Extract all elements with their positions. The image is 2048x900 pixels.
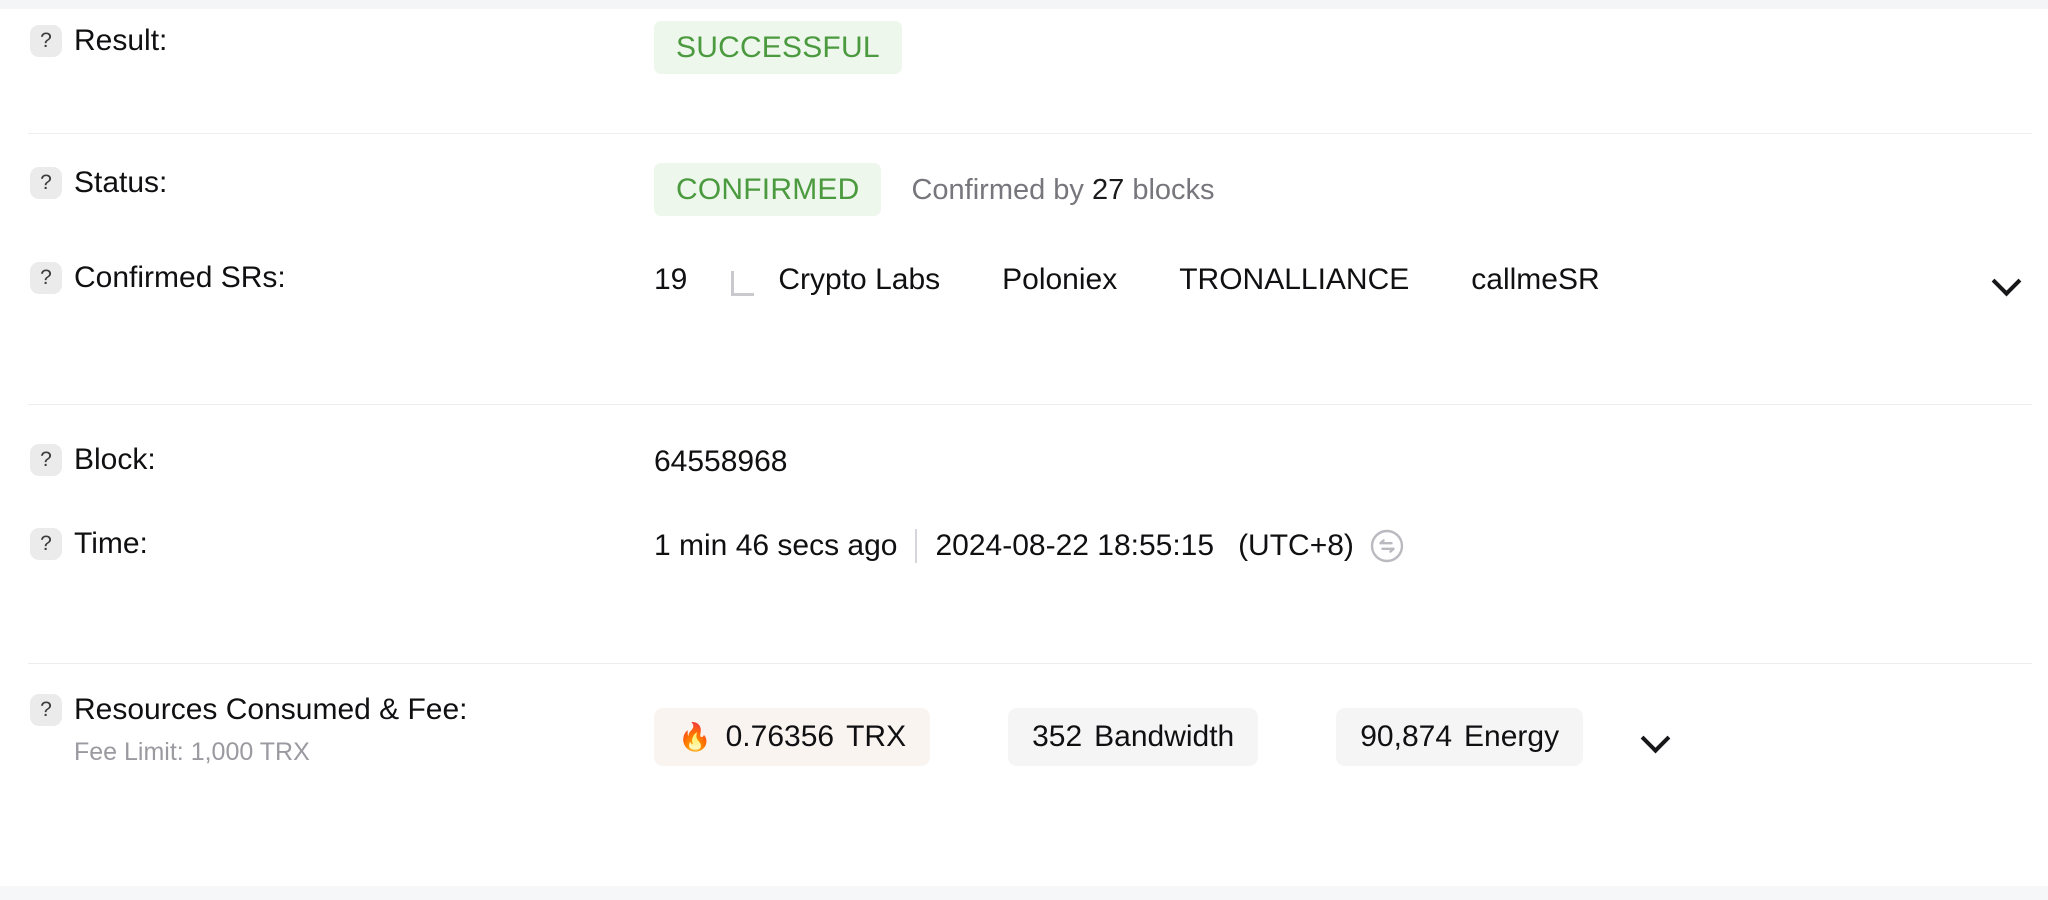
detail-rows: ? Result: SUCCESSFUL ? Status: CONFIRMED <box>0 9 2048 834</box>
chip-energy[interactable]: 90,874 Energy <box>1336 708 1584 766</box>
chevron-down-icon[interactable] <box>1639 720 1673 754</box>
sr-name-0[interactable]: Crypto Labs <box>778 258 940 302</box>
status-label-wrap: Status: <box>74 163 167 203</box>
status-badge: CONFIRMED <box>654 163 882 216</box>
chip-fee-value: 0.76356 <box>725 720 835 753</box>
result-value-cell: SUCCESSFUL <box>654 21 2048 74</box>
result-status-badge: SUCCESSFUL <box>654 21 902 74</box>
chip-energy-unit: Energy <box>1464 720 1560 753</box>
transaction-details-panel: ? Result: SUCCESSFUL ? Status: CONFIRMED <box>0 0 2048 900</box>
confirmed-by-text: Confirmed by 27 blocks <box>911 168 1214 212</box>
confirmed-srs-label-wrap: Confirmed SRs: <box>74 258 286 298</box>
confirmed-by-count: 27 <box>1092 173 1125 206</box>
fee-limit-text: Fee Limit: 1,000 TRX <box>74 738 310 766</box>
question-mark-icon[interactable]: ? <box>30 167 62 199</box>
block-label-wrap: Block: <box>74 440 156 480</box>
chip-bandwidth[interactable]: 352 Bandwidth <box>1008 708 1259 766</box>
sr-name-1[interactable]: Poloniex <box>1002 258 1117 302</box>
chip-bandwidth-value: 352 <box>1032 720 1083 753</box>
block-label: Block: <box>74 443 156 476</box>
time-timezone: (UTC+8) <box>1238 529 1354 562</box>
block-label-cell: ? Block: <box>0 440 654 480</box>
confirmed-srs-value-cell: 19 Crypto Labs Poloniex TRONALLIANCE cal… <box>654 258 2048 302</box>
sr-name-3[interactable]: callmeSR <box>1471 258 1599 302</box>
confirmed-by-prefix: Confirmed by <box>911 173 1084 206</box>
flame-icon: 🔥 <box>678 721 712 752</box>
timezone-swap-icon[interactable] <box>1370 529 1404 563</box>
top-chrome-band <box>0 0 2048 9</box>
confirmed-srs-count: 19 <box>654 263 688 296</box>
time-relative: 1 min 46 secs ago <box>654 529 898 562</box>
time-label-cell: ? Time: <box>0 524 654 564</box>
block-value-cell: 64558968 <box>654 440 2048 484</box>
resources-label-wrap: Resources Consumed & Fee: Fee Limit: 1,0… <box>74 690 468 769</box>
confirmed-srs-label: Confirmed SRs: <box>74 261 286 294</box>
row-result: ? Result: SUCCESSFUL <box>0 9 2048 133</box>
time-absolute: 2024-08-22 18:55:15 <box>935 529 1215 562</box>
resources-label: Resources Consumed & Fee: <box>74 693 468 726</box>
question-mark-icon[interactable]: ? <box>30 25 62 57</box>
row-confirmed-srs: ? Confirmed SRs: 19 Crypto Labs Poloniex… <box>0 245 2048 404</box>
time-value-cell: 1 min 46 secs ago 2024-08-22 18:55:15 (U… <box>654 524 2048 568</box>
row-resources: ? Resources Consumed & Fee: Fee Limit: 1… <box>0 654 2048 834</box>
chip-energy-value: 90,874 <box>1360 720 1453 753</box>
resources-value-cell: 🔥 0.76356 TRX 352 Bandwidth 90,874 Energ… <box>654 690 2048 766</box>
corner-bracket-icon <box>731 270 755 296</box>
result-label: Result: <box>74 24 168 57</box>
result-label-cell: ? Result: <box>0 21 654 61</box>
question-mark-icon[interactable]: ? <box>30 262 62 294</box>
question-mark-icon[interactable]: ? <box>30 528 62 560</box>
time-label-wrap: Time: <box>74 524 148 564</box>
confirmed-by-suffix: blocks <box>1132 173 1215 206</box>
resources-label-cell: ? Resources Consumed & Fee: Fee Limit: 1… <box>0 690 654 769</box>
chevron-down-icon[interactable] <box>1990 263 2024 297</box>
bottom-chrome-band <box>0 886 2048 900</box>
time-label: Time: <box>74 527 148 560</box>
time-separator <box>915 529 918 563</box>
row-status: ? Status: CONFIRMED Confirmed by 27 bloc… <box>0 133 2048 245</box>
row-time: ? Time: 1 min 46 secs ago 2024-08-22 18:… <box>0 506 2048 654</box>
status-value-cell: CONFIRMED Confirmed by 27 blocks <box>654 163 2048 216</box>
question-mark-icon[interactable]: ? <box>30 444 62 476</box>
question-mark-icon[interactable]: ? <box>30 694 62 726</box>
chip-fee-unit: TRX <box>846 720 907 753</box>
confirmed-srs-label-cell: ? Confirmed SRs: <box>0 258 654 298</box>
status-label-cell: ? Status: <box>0 163 654 203</box>
chip-fee-trx[interactable]: 🔥 0.76356 TRX <box>654 708 931 766</box>
chip-bandwidth-unit: Bandwidth <box>1094 720 1235 753</box>
row-block: ? Block: 64558968 <box>0 404 2048 506</box>
status-label: Status: <box>74 166 168 199</box>
result-label-wrap: Result: <box>74 21 167 61</box>
sr-name-2[interactable]: TRONALLIANCE <box>1179 258 1409 302</box>
block-number[interactable]: 64558968 <box>654 440 787 484</box>
